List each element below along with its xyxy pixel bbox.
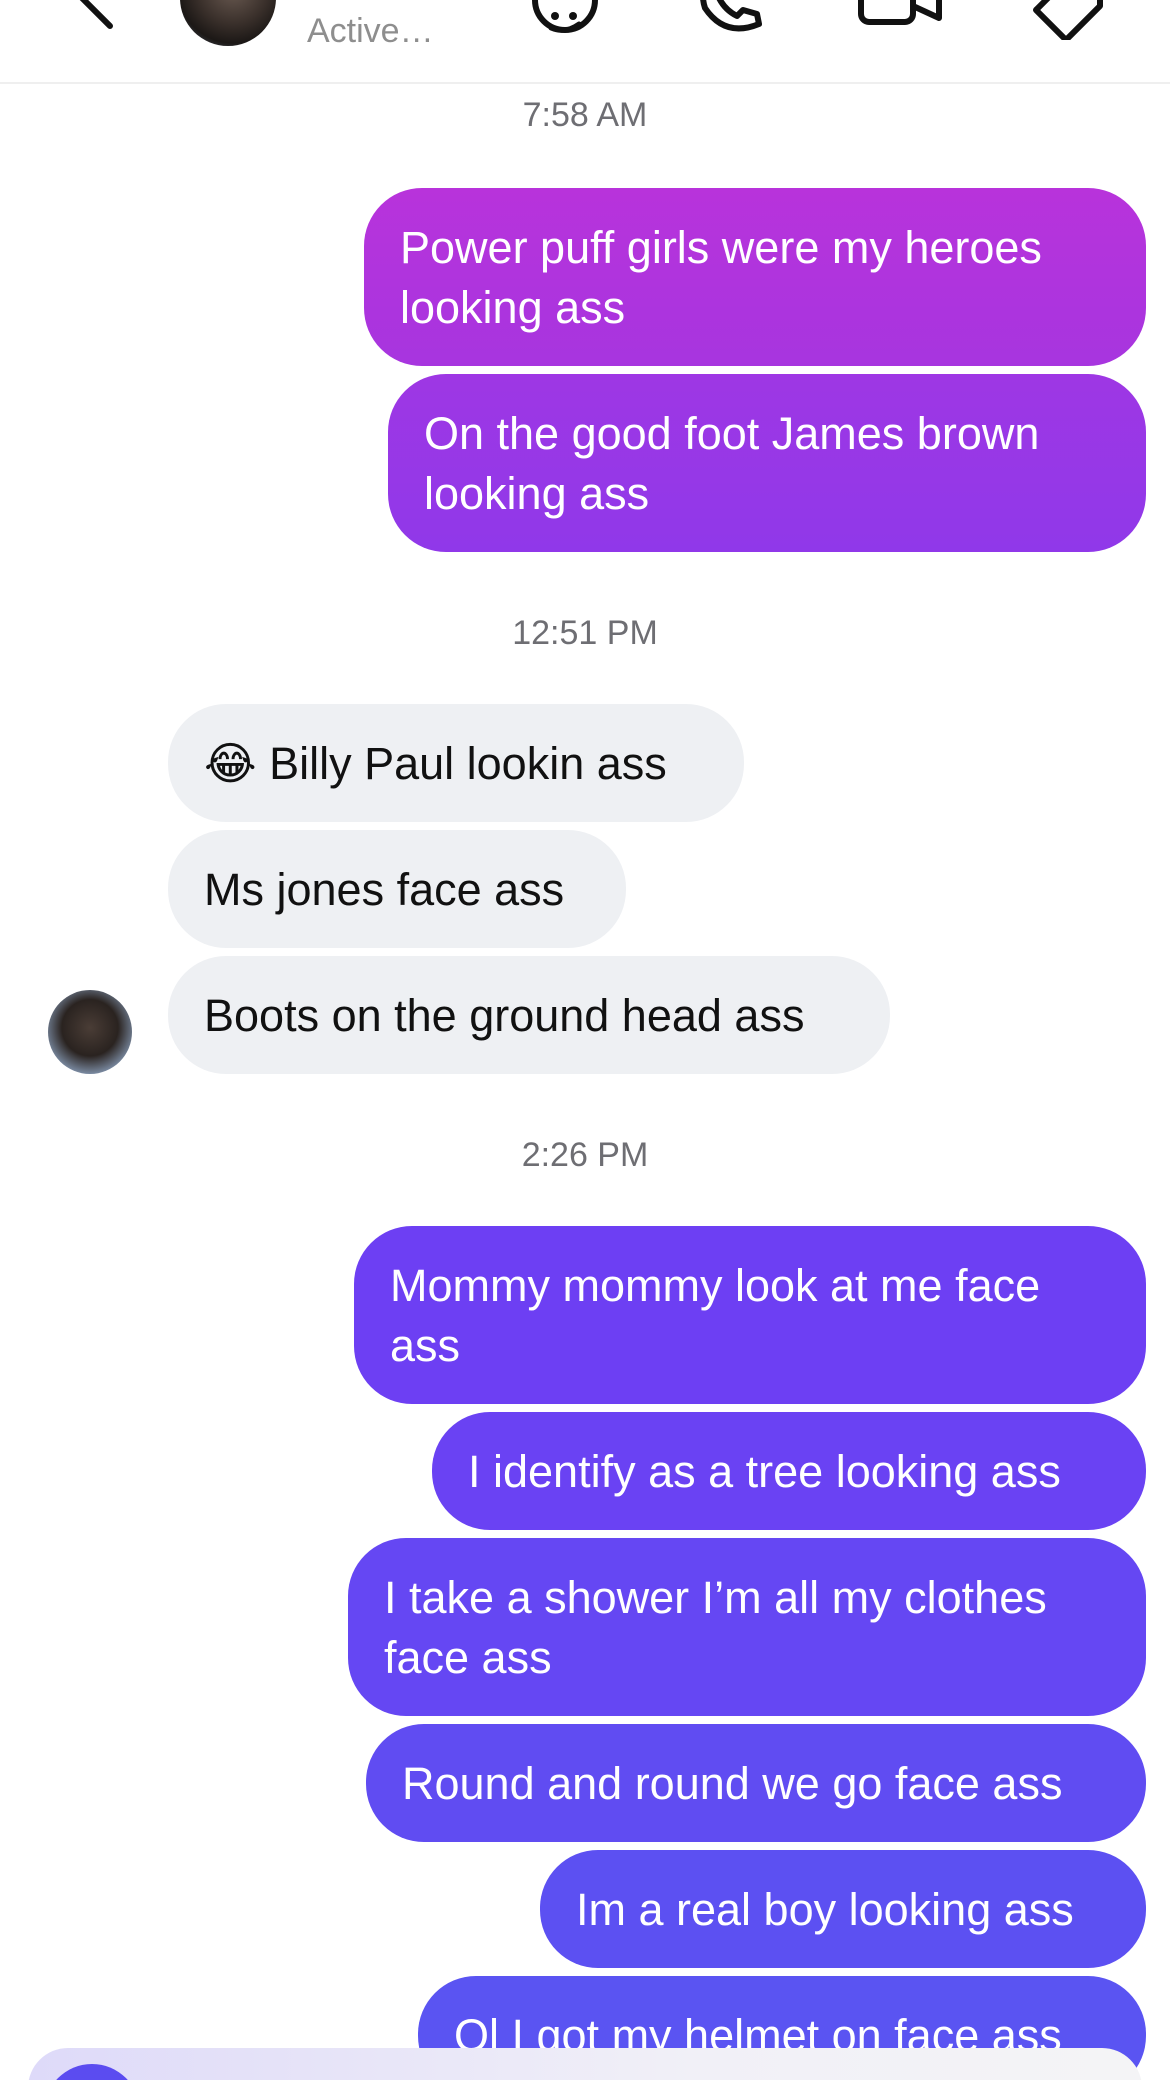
video-camera-icon[interactable] [855, 0, 945, 40]
contact-avatar[interactable] [180, 0, 276, 46]
sent-message[interactable]: Power puff girls were my heroes looking … [364, 188, 1146, 366]
chat-screen: Active… 7:58 AM Power puff girls were my… [0, 0, 1170, 2080]
timestamp: 12:51 PM [512, 614, 658, 652]
sent-message[interactable]: Mommy mommy look at me face ass [354, 1226, 1146, 1404]
sent-message[interactable]: I take a shower I’m all my clothes face … [348, 1538, 1146, 1716]
sticker-icon[interactable] [525, 0, 605, 40]
message-composer[interactable] [28, 2048, 1142, 2080]
received-message[interactable]: 😂 Billy Paul lookin ass [168, 704, 744, 822]
chat-header: Active… [0, 0, 1170, 84]
sent-message[interactable]: Round and round we go face ass [366, 1724, 1146, 1842]
sender-avatar[interactable] [48, 990, 132, 1074]
timestamp: 7:58 AM [522, 96, 648, 134]
phone-icon[interactable] [695, 0, 775, 40]
received-message[interactable]: Boots on the ground head ass [168, 956, 890, 1074]
active-status: Active… [307, 12, 434, 50]
received-message[interactable]: Ms jones face ass [168, 830, 626, 948]
sent-message[interactable]: On the good foot James brown looking ass [388, 374, 1146, 552]
timestamp: 2:26 PM [521, 1136, 649, 1174]
sent-message[interactable]: I identify as a tree looking ass [432, 1412, 1146, 1530]
sent-message[interactable]: Im a real boy looking ass [540, 1850, 1146, 1968]
tag-icon[interactable] [1030, 0, 1110, 40]
back-chevron-icon[interactable] [62, 0, 122, 30]
